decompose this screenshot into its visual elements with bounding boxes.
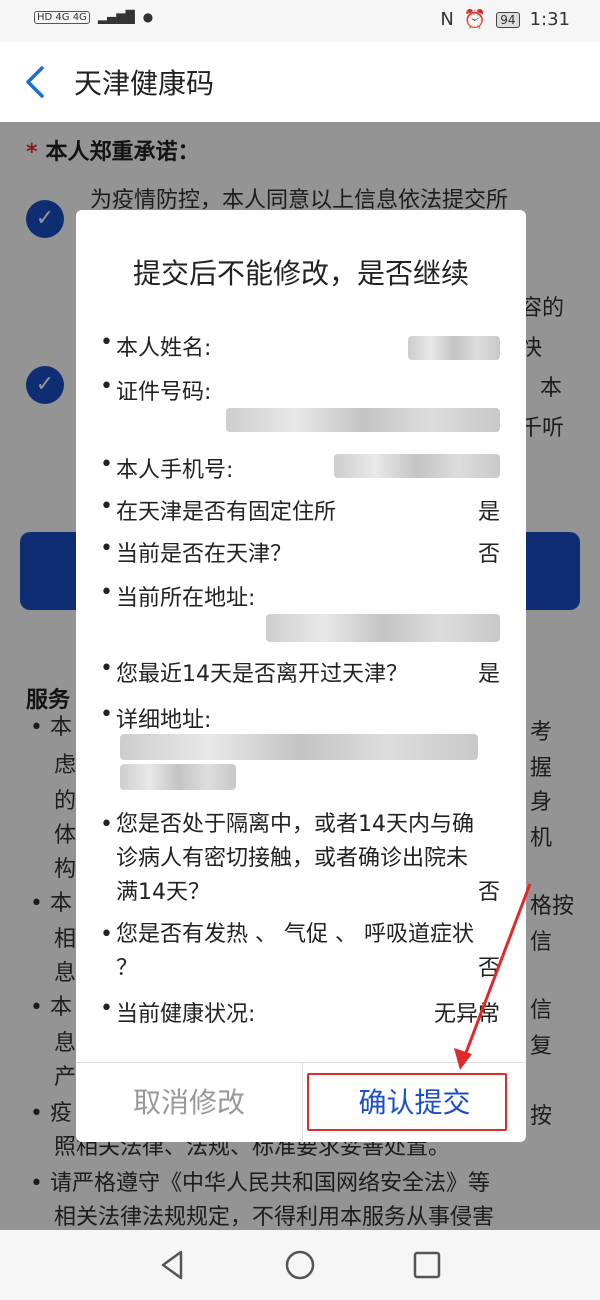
- signal-icon: ▂▄▆█: [97, 10, 135, 24]
- redacted-detail-address: [120, 734, 478, 760]
- nav-back-icon[interactable]: [155, 1247, 191, 1283]
- status-right: N ⏰ 94 1:31: [440, 9, 570, 30]
- message-icon: ●: [142, 10, 154, 24]
- nav-recent-icon[interactable]: [409, 1247, 445, 1283]
- app-header: 天津健康码: [0, 42, 600, 122]
- cancel-button[interactable]: 取消修改: [76, 1063, 302, 1143]
- status-bar: HD 4G 4G ▂▄▆█ ● N ⏰ 94 1:31: [0, 0, 600, 42]
- nav-home-icon[interactable]: [282, 1247, 318, 1283]
- back-arrow-icon[interactable]: [22, 62, 52, 102]
- highlight-box: [307, 1073, 507, 1131]
- signal-indicators: HD 4G 4G: [34, 10, 90, 24]
- redacted-name: [408, 336, 500, 360]
- nfc-icon: N: [440, 9, 454, 30]
- redacted-detail-address-2: [120, 764, 236, 790]
- alarm-icon: ⏰: [463, 9, 487, 30]
- redacted-current-address: [266, 614, 500, 642]
- page-title: 天津健康码: [74, 67, 215, 100]
- system-nav-bar: [0, 1230, 600, 1300]
- dialog-title: 提交后不能修改，是否继续: [132, 257, 469, 290]
- battery-indicator: 94: [496, 11, 520, 28]
- status-left: HD 4G 4G ▂▄▆█ ●: [34, 10, 153, 24]
- redacted-phone: [334, 454, 500, 478]
- clock: 1:31: [529, 9, 570, 30]
- redacted-id: [226, 408, 500, 432]
- annotation-arrow-icon: [454, 883, 532, 1070]
